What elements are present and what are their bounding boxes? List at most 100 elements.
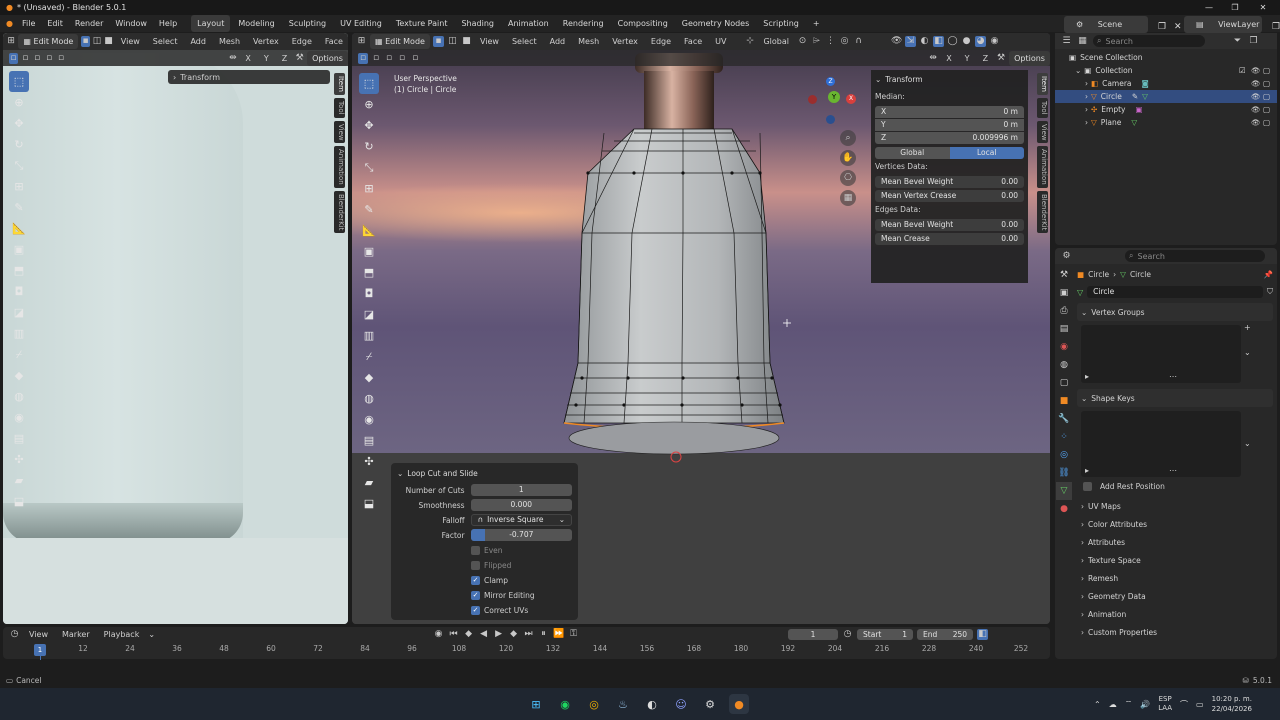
viewport-menu-add[interactable]: Add [545,34,571,49]
select-extend-icon[interactable]: ▫ [21,53,30,64]
flipped-checkbox[interactable] [471,560,480,570]
global-toggle[interactable]: Global [875,147,950,159]
blender-menu-icon[interactable]: ● [0,15,16,32]
npanel-header[interactable]: ⌄ Transform [875,72,1024,86]
circle-visibility-icon[interactable]: 👁 [1251,92,1261,101]
viewport-select-invert-icon[interactable]: ▫ [397,53,407,64]
section-geometry-data[interactable]: › Geometry Data [1077,587,1273,605]
viewport-menu-uv[interactable]: UV [710,34,731,49]
shading-rendered-icon[interactable]: ◉ [989,36,1000,47]
spin-tool-icon[interactable]: ◍ [9,386,29,407]
viewport-axis-z[interactable]: Z [978,51,993,66]
vp-measure-tool-icon[interactable]: 📐 [359,220,379,241]
shrink-fatten-tool-icon[interactable]: ✣ [9,449,29,470]
vertex-group-menu-icon[interactable]: ⌄ [1244,348,1251,357]
edge-slide-tool-icon[interactable]: ▤ [9,428,29,449]
render-tab-icon[interactable]: ▣ [1056,284,1072,302]
add-vertex-group-icon[interactable]: + [1244,323,1251,332]
vp-knife-tool-icon[interactable]: ⌿ [359,346,379,367]
main-viewport[interactable]: ⊞ ▦ Edit Mode ▪ ◫ ■ View Select Add Mesh… [352,33,1050,624]
chrome-icon[interactable]: ◎ [584,694,604,714]
timeline-menu-view[interactable]: View [24,627,53,642]
network-icon[interactable]: ⌔ [1125,699,1133,709]
add-cube-tool-icon[interactable]: ▣ [9,239,29,260]
overlay-icon[interactable]: ◐ [919,36,930,47]
left-menu-edge[interactable]: Edge [287,34,317,49]
material-tab-icon[interactable]: ● [1056,500,1072,518]
select-intersect-icon[interactable]: ▫ [57,53,66,64]
section-uv-maps[interactable]: › UV Maps [1077,497,1273,515]
viewlayer-dropdown[interactable]: ▤ ViewLayer [1184,16,1262,33]
viewport-mirror-icon[interactable]: ⇹ [928,53,938,64]
timeline-editor-type-icon[interactable]: ◷ [9,629,20,640]
plane-visibility-icon[interactable]: 👁 [1251,118,1261,127]
fake-user-shield-icon[interactable]: ⛉ [1267,287,1273,297]
knife-tool-icon[interactable]: ⌿ [9,344,29,365]
section-color-attributes[interactable]: › Color Attributes [1077,515,1273,533]
vp-spin-tool-icon[interactable]: ◍ [359,388,379,409]
viewport-mode-dropdown[interactable]: ▦ Edit Mode [370,34,430,49]
clamp-checkbox[interactable]: ✓ [471,575,480,585]
vp-loop-cut-tool-icon[interactable]: ▥ [359,325,379,346]
output-tab-icon[interactable]: ⎙ [1056,302,1072,320]
viewport-tab-view[interactable]: View [1037,120,1048,144]
shear-tool-icon[interactable]: ▰ [9,470,29,491]
viewport-menu-edge[interactable]: Edge [646,34,676,49]
add-workspace-button[interactable]: + [807,15,826,32]
median-z-field[interactable]: Z 0.009996 m [875,132,1024,144]
section-remesh[interactable]: › Remesh [1077,569,1273,587]
inset-tool-icon[interactable]: ◘ [9,281,29,302]
viewport-menu-vertex[interactable]: Vertex [607,34,643,49]
left-tab-animation[interactable]: Animation [334,146,345,188]
loop-cut-tool-icon[interactable]: ▥ [9,323,29,344]
scale-tool-icon[interactable]: ⤡ [9,155,29,176]
tab-sculpting[interactable]: Sculpting [283,15,332,32]
vp-edge-slide-tool-icon[interactable]: ▤ [359,430,379,451]
timeline-view-icon[interactable]: ◧ [977,629,989,640]
shape-key-menu-icon[interactable]: ⌄ [1244,439,1251,448]
timeline-menu-playback[interactable]: Playback [99,627,145,642]
section-texture-space[interactable]: › Texture Space [1077,551,1273,569]
camera-visibility-icon[interactable]: 👁 [1251,79,1261,88]
wifi-icon[interactable]: ⌒ [1180,699,1188,710]
transform-tool-icon[interactable]: ⊞ [9,176,29,197]
vp-select-tool-icon[interactable]: ⬚ [359,73,379,94]
smooth-tool-icon[interactable]: ◉ [9,407,29,428]
menu-render[interactable]: Render [69,15,109,32]
face-select-icon[interactable]: ■ [104,36,113,47]
next-marker-icon[interactable]: ⏩ [553,629,564,640]
viewport-select-intersect-icon[interactable]: ▫ [410,53,420,64]
scene-dropdown[interactable]: ⚙ Scene [1064,16,1148,33]
properties-search-field[interactable]: ⌕ Search [1125,250,1265,262]
physics-tab-icon[interactable]: ◎ [1056,446,1072,464]
left-menu-mesh[interactable]: Mesh [214,34,245,49]
scene-collection-row[interactable]: ▣ Scene Collection [1069,51,1277,64]
particles-tab-icon[interactable]: ⁘ [1056,428,1072,446]
select-tool-icon[interactable]: ⬚ [9,71,29,92]
mean-bevel-weight-edge-field[interactable]: Mean Bevel Weight 0.00 [875,219,1024,231]
plane-render-icon[interactable]: ▢ [1263,118,1270,127]
viewport-vertex-select-icon[interactable]: ▪ [432,36,444,47]
jump-start-icon[interactable]: ⏮ [448,629,459,640]
vp-rotate-tool-icon[interactable]: ↻ [359,136,379,157]
delete-scene-icon[interactable]: ✕ [1168,19,1182,32]
factor-slider[interactable]: -0.707 [470,529,572,541]
rip-region-tool-icon[interactable]: ⬓ [9,491,29,512]
editor-type-icon[interactable]: ⊞ [7,36,15,47]
blender-taskbar-icon[interactable]: ● [729,694,749,714]
shading-wire-icon[interactable]: ◯ [947,36,958,47]
outliner-item-circle[interactable]: › ▽ Circle ✎ ▽ 👁 ▢ [1055,90,1277,103]
new-viewlayer-icon[interactable]: ❐ [1266,19,1280,32]
collection-row[interactable]: ⌄ ▣ Collection ☑ 👁 ▢ [1069,64,1277,77]
world-tab-icon[interactable]: ◍ [1056,356,1072,374]
left-menu-face[interactable]: Face [320,34,348,49]
shape-keys-list[interactable]: ▸ ⋯ [1081,411,1241,477]
viewport-tab-blenderkit[interactable]: BlenderKit [1037,190,1048,234]
collection-render-icon[interactable]: ▢ [1263,66,1270,75]
viewport-axis-y[interactable]: Y [960,51,975,66]
empty-render-icon[interactable]: ▢ [1263,105,1270,114]
left-menu-select[interactable]: Select [148,34,183,49]
orientation-dropdown[interactable]: Global [758,34,794,49]
menu-window[interactable]: Window [109,15,153,32]
left-tab-blenderkit[interactable]: BlenderKit [334,190,345,234]
